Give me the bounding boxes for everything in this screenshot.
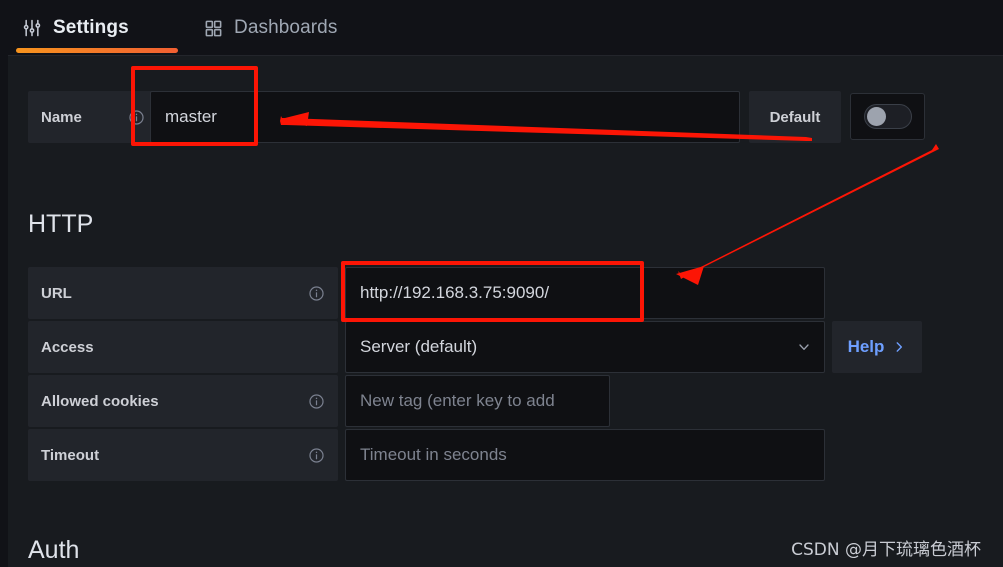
tab-dashboards[interactable]: Dashboards [198,0,343,56]
chevron-right-icon [892,340,906,354]
info-circle-icon[interactable] [128,109,145,126]
page-tabbar: Settings Dashboards [0,0,1003,56]
name-input-value: master [165,107,217,126]
help-button[interactable]: Help [832,321,922,373]
settings-form: Name master Default HTTP URL http://192.… [0,56,1003,567]
default-label-cell: Default [749,91,841,143]
timeout-input[interactable]: Timeout in seconds [345,429,825,481]
url-input[interactable]: http://192.168.3.75:9090/ [345,267,825,319]
grid-icon [204,19,223,38]
allowed-cookies-placeholder: New tag (enter key to add [360,391,555,410]
name-label-cell: Name [28,91,158,143]
url-label-cell: URL [28,267,338,319]
timeout-label-cell: Timeout [28,429,338,481]
active-tab-indicator [16,48,178,53]
auth-section-title: Auth [28,536,80,564]
access-label: Access [41,338,94,356]
url-input-value: http://192.168.3.75:9090/ [360,283,550,302]
help-button-label: Help [847,337,885,356]
toggle-knob [866,107,886,126]
chevron-down-icon[interactable] [796,339,812,355]
watermark: CSDN @月下琉璃色酒杯 [791,540,981,560]
name-input[interactable]: master [150,91,740,143]
allowed-cookies-input[interactable]: New tag (enter key to add [345,375,610,427]
tab-settings-label: Settings [53,17,129,38]
tab-dashboards-label: Dashboards [234,17,338,38]
left-edge-gutter [0,0,8,567]
timeout-label: Timeout [41,446,100,464]
access-select[interactable]: Server (default) [345,321,825,373]
allowed-cookies-label: Allowed cookies [41,392,159,410]
datasource-settings-page: Settings Dashboards Name master Default … [0,0,1003,567]
access-label-cell: Access [28,321,338,373]
info-circle-icon[interactable] [308,447,325,464]
name-label: Name [41,108,82,126]
timeout-placeholder: Timeout in seconds [360,445,507,464]
sliders-icon [22,18,42,38]
access-selected-value: Server (default) [360,337,478,356]
info-circle-icon[interactable] [308,393,325,410]
info-circle-icon[interactable] [308,285,325,302]
http-section-title: HTTP [28,210,94,238]
default-label: Default [769,108,821,126]
allowed-cookies-label-cell: Allowed cookies [28,375,338,427]
default-toggle[interactable] [850,93,925,140]
url-label: URL [41,284,72,302]
toggle-track [863,104,912,129]
